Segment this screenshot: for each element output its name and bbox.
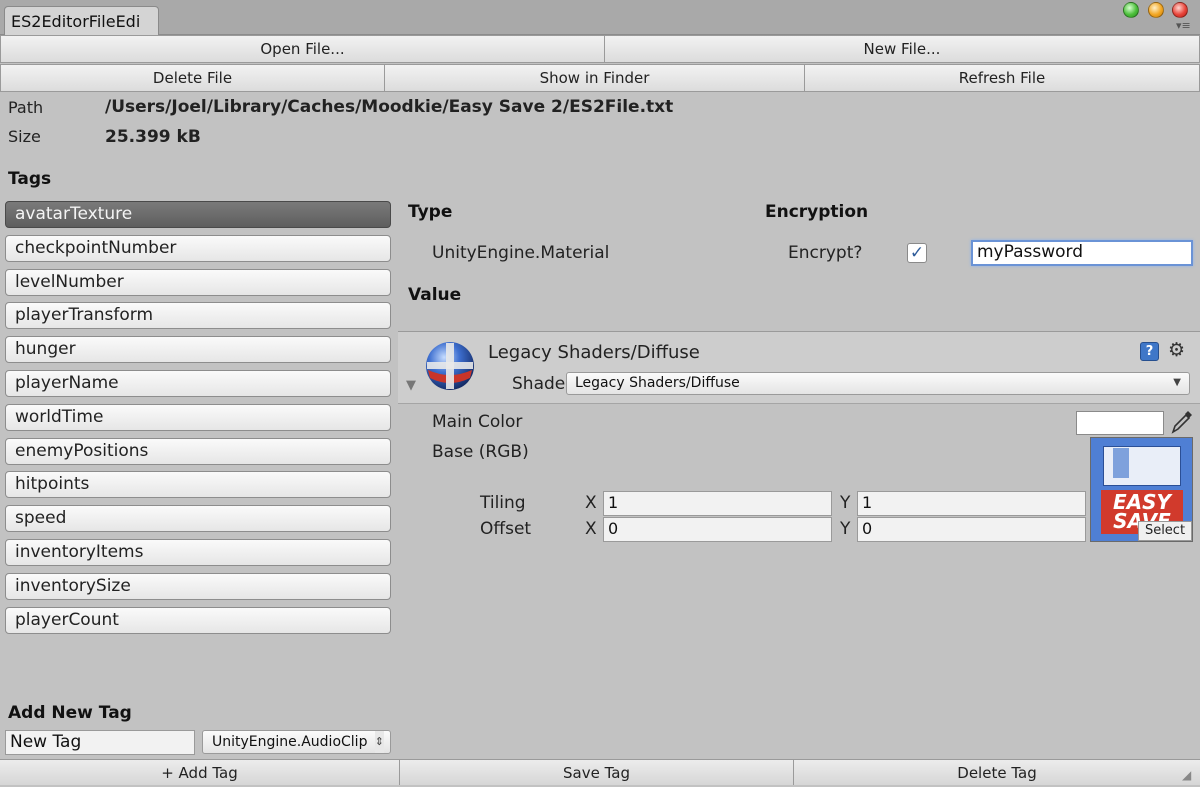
tiling-x-input[interactable]: 1 bbox=[603, 491, 832, 516]
tag-item[interactable]: hitpoints bbox=[5, 471, 391, 498]
password-input[interactable]: myPassword bbox=[971, 240, 1193, 266]
shader-dropdown[interactable]: Legacy Shaders/Diffuse ▼ bbox=[566, 372, 1190, 395]
path-label: Path bbox=[8, 98, 44, 117]
offset-label: Offset bbox=[480, 519, 532, 539]
eyedropper-icon[interactable] bbox=[1170, 409, 1194, 435]
tag-item[interactable]: playerTransform bbox=[5, 302, 391, 329]
tag-item[interactable]: playerName bbox=[5, 370, 391, 397]
tiling-y-label: Y bbox=[840, 493, 851, 513]
tag-item[interactable]: playerCount bbox=[5, 607, 391, 634]
offset-x-label: X bbox=[585, 519, 597, 539]
size-label: Size bbox=[8, 127, 41, 146]
tiling-x-label: X bbox=[585, 493, 597, 513]
encryption-heading: Encryption bbox=[765, 202, 869, 222]
resize-grip-icon[interactable]: ◢ bbox=[1182, 768, 1191, 782]
tag-item[interactable]: checkpointNumber bbox=[5, 235, 391, 262]
size-value: 25.399 kB bbox=[105, 127, 201, 147]
help-icon[interactable]: ? bbox=[1140, 342, 1159, 361]
tag-item[interactable]: worldTime bbox=[5, 404, 391, 431]
tag-item[interactable]: hunger bbox=[5, 336, 391, 363]
chevron-down-icon: ▼ bbox=[1173, 377, 1181, 388]
tag-item[interactable]: avatarTexture bbox=[5, 201, 391, 228]
shader-dropdown-value: Legacy Shaders/Diffuse bbox=[575, 375, 740, 391]
new-tag-input[interactable]: New Tag bbox=[5, 730, 195, 755]
tags-heading: Tags bbox=[8, 169, 52, 189]
close-button[interactable] bbox=[1172, 2, 1188, 18]
add-tag-heading: Add New Tag bbox=[8, 703, 132, 723]
encrypt-checkbox[interactable]: ✓ bbox=[907, 243, 927, 263]
offset-y-label: Y bbox=[840, 519, 851, 539]
delete-file-button[interactable]: Delete File bbox=[0, 64, 385, 92]
zoom-button[interactable] bbox=[1123, 2, 1139, 18]
material-sphere-icon bbox=[424, 340, 476, 392]
floppy-shutter-icon bbox=[1113, 448, 1129, 478]
material-name: Legacy Shaders/Diffuse bbox=[488, 342, 700, 363]
delete-tag-button[interactable]: Delete Tag bbox=[794, 759, 1200, 785]
updown-icon: ⇕ bbox=[374, 731, 384, 753]
tiling-label: Tiling bbox=[480, 493, 526, 513]
type-heading: Type bbox=[408, 202, 453, 222]
value-heading: Value bbox=[408, 285, 462, 305]
tag-item[interactable]: levelNumber bbox=[5, 269, 391, 296]
type-value: UnityEngine.Material bbox=[432, 243, 610, 263]
title-bar bbox=[0, 0, 1200, 35]
shader-label: Shade bbox=[512, 374, 566, 394]
tag-item[interactable]: inventoryItems bbox=[5, 539, 391, 566]
offset-y-input[interactable]: 0 bbox=[857, 517, 1086, 542]
window-tab[interactable]: ES2EditorFileEdi bbox=[4, 6, 159, 35]
base-label: Base (RGB) bbox=[432, 442, 529, 462]
open-file-button[interactable]: Open File... bbox=[0, 35, 605, 63]
tag-item[interactable]: inventorySize bbox=[5, 573, 391, 600]
tag-item[interactable]: speed bbox=[5, 505, 391, 532]
minimize-button[interactable] bbox=[1148, 2, 1164, 18]
encrypt-label: Encrypt? bbox=[788, 243, 863, 263]
tag-type-value: UnityEngine.AudioClip bbox=[212, 734, 368, 750]
gear-icon[interactable]: ⚙ bbox=[1168, 339, 1185, 361]
menu-icon[interactable]: ▾≡ bbox=[1176, 20, 1191, 32]
add-tag-button[interactable]: + Add Tag bbox=[0, 759, 399, 785]
show-in-finder-button[interactable]: Show in Finder bbox=[384, 64, 805, 92]
main-color-swatch[interactable] bbox=[1076, 411, 1164, 435]
texture-select-button[interactable]: Select bbox=[1138, 521, 1192, 541]
refresh-file-button[interactable]: Refresh File bbox=[804, 64, 1200, 92]
offset-x-input[interactable]: 0 bbox=[603, 517, 832, 542]
foldout-arrow-icon[interactable]: ▼ bbox=[406, 378, 416, 393]
path-value: /Users/Joel/Library/Caches/Moodkie/Easy … bbox=[105, 97, 674, 117]
main-color-label: Main Color bbox=[432, 412, 523, 432]
tag-type-dropdown[interactable]: UnityEngine.AudioClip ⇕ bbox=[202, 730, 391, 754]
tag-item[interactable]: enemyPositions bbox=[5, 438, 391, 465]
save-tag-button[interactable]: Save Tag bbox=[400, 759, 793, 785]
new-file-button[interactable]: New File... bbox=[604, 35, 1200, 63]
texture-slot[interactable]: EASY SAVE Select bbox=[1090, 437, 1193, 542]
tiling-y-input[interactable]: 1 bbox=[857, 491, 1086, 516]
